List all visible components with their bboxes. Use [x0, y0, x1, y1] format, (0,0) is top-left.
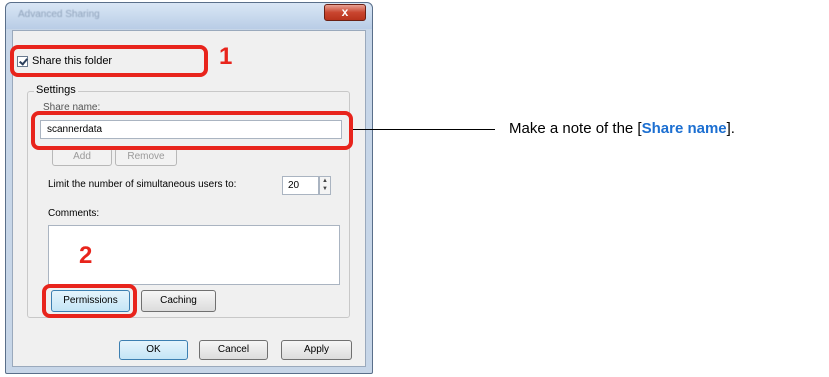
note-suffix: ]. — [726, 120, 735, 137]
highlight-permissions — [42, 284, 137, 318]
title-bar[interactable]: Advanced Sharing x — [6, 3, 372, 29]
note-prefix: Make a note of the [ — [509, 120, 642, 137]
spin-down-icon[interactable]: ▼ — [320, 185, 330, 193]
user-limit-input[interactable]: 20 — [282, 176, 319, 195]
step-2-marker: 2 — [79, 242, 93, 269]
ok-button[interactable]: OK — [119, 340, 188, 360]
step-1-marker: 1 — [219, 43, 233, 70]
add-button[interactable]: Add — [52, 148, 112, 166]
apply-button[interactable]: Apply — [281, 340, 352, 360]
user-limit-label: Limit the number of simultaneous users t… — [48, 179, 237, 190]
close-button[interactable]: x — [324, 4, 366, 21]
cancel-button[interactable]: Cancel — [199, 340, 268, 360]
note-highlight: Share name — [641, 120, 727, 137]
caching-button[interactable]: Caching — [141, 290, 216, 312]
spin-up-icon[interactable]: ▲ — [320, 177, 330, 185]
highlight-share-name — [31, 111, 353, 150]
close-icon: x — [341, 5, 349, 19]
window-title: Advanced Sharing — [18, 9, 100, 20]
settings-group-label: Settings — [34, 84, 78, 96]
share-name-note: Make a note of the [Share name]. — [509, 120, 735, 137]
user-limit-spinner[interactable]: ▲ ▼ — [319, 176, 331, 195]
comments-label: Comments: — [48, 208, 100, 219]
callout-line — [353, 129, 495, 130]
remove-button[interactable]: Remove — [115, 148, 177, 166]
highlight-share-folder — [10, 45, 208, 77]
